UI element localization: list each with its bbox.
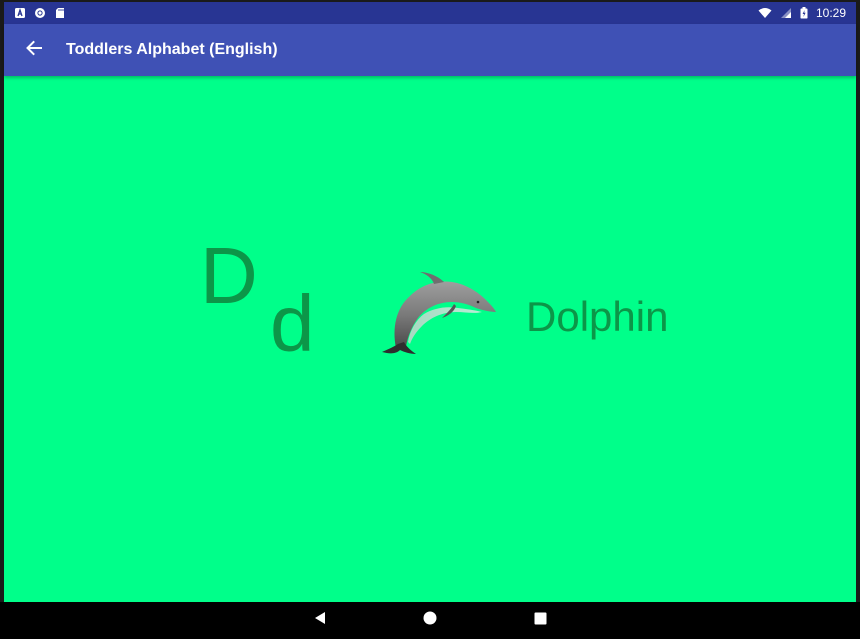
nav-home-button[interactable] <box>418 609 442 633</box>
letter-card[interactable]: D d Dolphin <box>4 76 856 602</box>
dolphin-image[interactable] <box>382 268 498 356</box>
status-bar: 10:29 <box>4 2 856 24</box>
home-circle-icon <box>423 611 437 630</box>
status-bar-right: 10:29 <box>758 6 846 20</box>
status-bar-left <box>14 7 66 19</box>
uppercase-letter: D <box>200 231 258 320</box>
wifi-icon <box>758 7 772 19</box>
navigation-bar <box>0 602 860 639</box>
sd-card-icon <box>54 7 66 19</box>
status-time: 10:29 <box>815 6 846 20</box>
lowercase-letter: d <box>270 279 315 368</box>
recents-square-icon <box>534 612 547 630</box>
battery-icon <box>800 7 808 19</box>
nav-back-button[interactable] <box>308 609 332 633</box>
word-label: Dolphin <box>526 293 669 340</box>
nav-recents-button[interactable] <box>528 609 552 633</box>
notification-a-icon <box>14 7 26 19</box>
signal-icon <box>780 7 792 19</box>
arrow-back-icon <box>25 39 43 62</box>
back-triangle-icon <box>313 611 327 630</box>
back-button[interactable] <box>8 24 60 76</box>
circle-sync-icon <box>34 7 46 19</box>
app-title: Toddlers Alphabet (English) <box>66 41 278 58</box>
app-bar: Toddlers Alphabet (English) <box>4 24 856 76</box>
device-screen: 10:29 Toddlers Alphabet (English) D d Do… <box>0 0 860 639</box>
